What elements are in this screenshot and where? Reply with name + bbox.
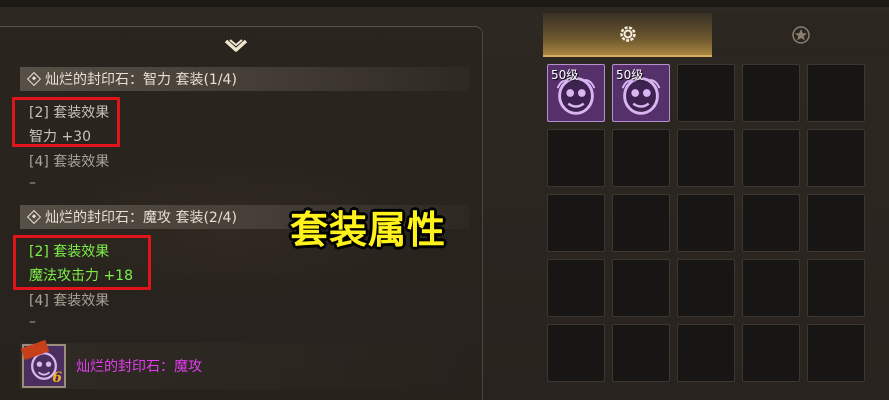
inventory-grid: 50级 50级: [547, 64, 877, 382]
inventory-slot[interactable]: [742, 194, 800, 252]
set-effect-value: –: [29, 175, 36, 191]
inventory-slot[interactable]: [612, 259, 670, 317]
inventory-slot[interactable]: [742, 259, 800, 317]
inventory-slot[interactable]: [807, 64, 865, 122]
item-level-badge: 6: [52, 370, 62, 386]
inventory-slot[interactable]: [547, 194, 605, 252]
inventory-slot[interactable]: [807, 324, 865, 382]
star-icon: [791, 26, 810, 44]
diamond-icon: [26, 209, 42, 225]
set-header-label: 灿烂的封印石：魔攻 套装(2/4): [45, 210, 237, 226]
slot-level-label: 50级: [616, 68, 644, 82]
inventory-slot[interactable]: [807, 129, 865, 187]
inventory-slot[interactable]: [612, 324, 670, 382]
tab-equipment[interactable]: [543, 13, 712, 57]
set-effect-title: [4] 套装效果: [29, 293, 110, 309]
inventory-slot[interactable]: [742, 129, 800, 187]
set-effect-title: [4] 套装效果: [29, 154, 110, 170]
item-name: 灿烂的封印石：魔攻: [76, 359, 202, 375]
inventory-slot[interactable]: [547, 324, 605, 382]
inventory-slot[interactable]: [742, 64, 800, 122]
slot-level-label: 50级: [551, 68, 579, 82]
tab-favorites[interactable]: [712, 13, 889, 57]
highlight-box: [12, 97, 120, 147]
inventory-slot[interactable]: [807, 259, 865, 317]
inventory-slot[interactable]: 50级: [547, 64, 605, 122]
set-header-intelligence[interactable]: 灿烂的封印石：智力 套装(1/4): [20, 67, 470, 91]
inventory-slot[interactable]: [612, 129, 670, 187]
inventory-slot[interactable]: [547, 129, 605, 187]
set-effect-value: –: [29, 314, 36, 330]
chevron-down-icon[interactable]: [224, 39, 248, 53]
inventory-slot[interactable]: [612, 194, 670, 252]
overlay-title: 套装属性: [290, 208, 447, 252]
item-row[interactable]: 6 灿烂的封印石：魔攻: [20, 339, 470, 389]
inventory-slot[interactable]: 50级: [612, 64, 670, 122]
diamond-icon: [26, 71, 42, 87]
inventory-slot[interactable]: [742, 324, 800, 382]
inventory-slot[interactable]: [677, 324, 735, 382]
highlight-box: [13, 235, 151, 290]
inventory-slot[interactable]: [677, 129, 735, 187]
inventory-slot[interactable]: [677, 194, 735, 252]
inventory-slot[interactable]: [547, 259, 605, 317]
inventory-slot[interactable]: [677, 64, 735, 122]
set-header-label: 灿烂的封印石：智力 套装(1/4): [45, 72, 237, 88]
top-strip: [0, 0, 889, 7]
gear-icon: [619, 26, 636, 42]
inventory-slot[interactable]: [807, 194, 865, 252]
inventory-slot[interactable]: [677, 259, 735, 317]
tab-bar: [543, 13, 889, 76]
item-icon[interactable]: 6: [20, 339, 66, 388]
